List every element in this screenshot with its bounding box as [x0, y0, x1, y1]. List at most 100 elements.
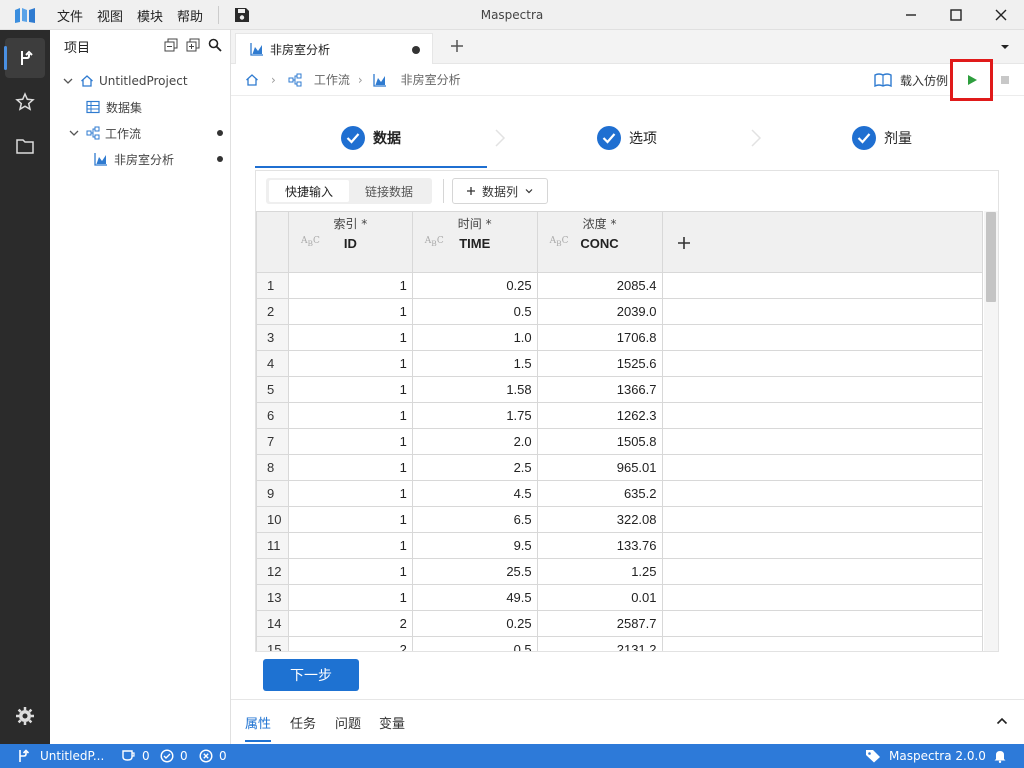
- table-cell[interactable]: 1.25: [536, 558, 663, 585]
- notifications-button[interactable]: [993, 744, 1007, 768]
- empty-cell[interactable]: [661, 272, 983, 299]
- empty-cell[interactable]: [661, 428, 983, 455]
- chevron-down-icon[interactable]: [1000, 42, 1010, 52]
- activity-settings[interactable]: [5, 696, 45, 736]
- table-cell[interactable]: 49.5: [411, 584, 538, 611]
- table-cell[interactable]: 2.5: [411, 454, 538, 481]
- status-tasks[interactable]: 0: [122, 744, 150, 768]
- row-number[interactable]: 7: [256, 428, 289, 455]
- tab-properties[interactable]: 属性: [245, 713, 272, 742]
- table-cell[interactable]: 322.08: [536, 506, 663, 533]
- status-errors[interactable]: 0: [199, 744, 227, 768]
- empty-cell[interactable]: [661, 558, 983, 585]
- new-tab-icon[interactable]: [447, 36, 467, 56]
- row-number[interactable]: 14: [256, 610, 289, 637]
- expand-all-icon[interactable]: [186, 38, 200, 52]
- activity-workflow[interactable]: [4, 38, 45, 78]
- empty-cell[interactable]: [661, 610, 983, 637]
- table-cell[interactable]: 1: [287, 272, 413, 299]
- table-cell[interactable]: 2587.7: [536, 610, 663, 637]
- step-dose[interactable]: 剂量: [852, 120, 912, 156]
- activity-files[interactable]: [5, 126, 45, 166]
- table-cell[interactable]: 1: [287, 584, 413, 611]
- table-cell[interactable]: 0.5: [411, 298, 538, 325]
- column-header-conc[interactable]: 浓度 * ABC CONC: [536, 211, 663, 273]
- table-cell[interactable]: 0.01: [536, 584, 663, 611]
- row-number[interactable]: 9: [256, 480, 289, 507]
- maximize-button[interactable]: [933, 0, 978, 30]
- run-button[interactable]: [950, 59, 993, 101]
- next-step-button[interactable]: 下一步: [263, 659, 359, 691]
- link-data-tab[interactable]: 链接数据: [349, 180, 429, 202]
- activity-favorites[interactable]: [5, 82, 45, 122]
- table-cell[interactable]: 25.5: [411, 558, 538, 585]
- chevron-down-icon[interactable]: [68, 127, 80, 139]
- empty-cell[interactable]: [661, 402, 983, 429]
- table-cell[interactable]: 1.5: [411, 350, 538, 377]
- table-cell[interactable]: 1.0: [411, 324, 538, 351]
- plus-icon[interactable]: [677, 236, 691, 250]
- table-cell[interactable]: 2039.0: [536, 298, 663, 325]
- table-cell[interactable]: 0.5: [411, 636, 538, 651]
- add-column-button[interactable]: 数据列: [452, 178, 548, 204]
- tree-item-project[interactable]: UntitledProject: [50, 68, 231, 94]
- table-cell[interactable]: 1: [287, 428, 413, 455]
- unsaved-indicator[interactable]: [412, 46, 420, 54]
- tab-problems[interactable]: 问题: [335, 713, 361, 732]
- row-number[interactable]: 11: [256, 532, 289, 559]
- table-cell[interactable]: 1: [287, 324, 413, 351]
- row-number[interactable]: 1: [256, 272, 289, 299]
- row-number[interactable]: 3: [256, 324, 289, 351]
- empty-cell[interactable]: [661, 350, 983, 377]
- tab-tasks[interactable]: 任务: [290, 713, 316, 732]
- table-cell[interactable]: 0.25: [411, 272, 538, 299]
- tree-item-dataset[interactable]: 数据集: [50, 94, 231, 120]
- row-number[interactable]: 15: [256, 636, 289, 651]
- empty-cell[interactable]: [661, 454, 983, 481]
- home-icon[interactable]: [245, 73, 259, 87]
- column-header-time[interactable]: 时间 * ABC TIME: [411, 211, 538, 273]
- table-cell[interactable]: 4.5: [411, 480, 538, 507]
- row-number[interactable]: 8: [256, 454, 289, 481]
- table-cell[interactable]: 1.75: [411, 402, 538, 429]
- table-cell[interactable]: 1525.6: [536, 350, 663, 377]
- empty-cell[interactable]: [661, 376, 983, 403]
- stop-icon[interactable]: [1001, 76, 1009, 84]
- chevron-up-icon[interactable]: [996, 716, 1008, 726]
- table-cell[interactable]: 635.2: [536, 480, 663, 507]
- table-cell[interactable]: 1: [287, 558, 413, 585]
- row-number[interactable]: 6: [256, 402, 289, 429]
- column-header-id[interactable]: 索引 * ABC ID: [287, 211, 413, 273]
- menu-help[interactable]: 帮助: [170, 6, 210, 25]
- empty-cell[interactable]: [661, 506, 983, 533]
- table-cell[interactable]: 965.01: [536, 454, 663, 481]
- table-cell[interactable]: 6.5: [411, 506, 538, 533]
- status-project[interactable]: UntitledP...: [16, 744, 104, 768]
- row-number[interactable]: 13: [256, 584, 289, 611]
- table-cell[interactable]: 1.58: [411, 376, 538, 403]
- row-number[interactable]: 4: [256, 350, 289, 377]
- table-cell[interactable]: 1: [287, 480, 413, 507]
- collapse-all-icon[interactable]: [164, 38, 178, 52]
- chevron-down-icon[interactable]: [62, 75, 74, 87]
- step-data[interactable]: 数据: [341, 120, 401, 156]
- close-window-button[interactable]: [978, 0, 1023, 30]
- row-number[interactable]: 10: [256, 506, 289, 533]
- empty-cell[interactable]: [661, 584, 983, 611]
- table-cell[interactable]: 0.25: [411, 610, 538, 637]
- table-cell[interactable]: 1: [287, 532, 413, 559]
- table-cell[interactable]: 2: [287, 636, 413, 651]
- table-cell[interactable]: 133.76: [536, 532, 663, 559]
- table-cell[interactable]: 2131.2: [536, 636, 663, 651]
- search-icon[interactable]: [208, 38, 222, 52]
- add-column-header[interactable]: [661, 211, 983, 273]
- menu-module[interactable]: 模块: [130, 6, 170, 25]
- quick-input-tab[interactable]: 快捷输入: [269, 180, 349, 202]
- table-cell[interactable]: 9.5: [411, 532, 538, 559]
- minimize-button[interactable]: [888, 0, 933, 30]
- table-cell[interactable]: 2.0: [411, 428, 538, 455]
- tab-nca[interactable]: 非房室分析: [235, 33, 433, 64]
- table-cell[interactable]: 1: [287, 298, 413, 325]
- empty-cell[interactable]: [661, 480, 983, 507]
- table-cell[interactable]: 1505.8: [536, 428, 663, 455]
